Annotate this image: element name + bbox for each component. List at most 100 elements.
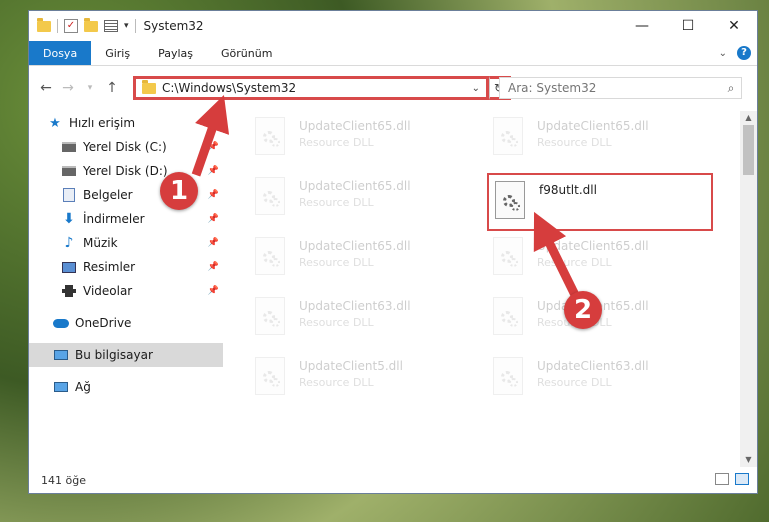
file-item[interactable]: UpdateClient65.dll Resource DLL — [489, 115, 709, 165]
address-path: C:\Windows\System32 — [162, 81, 297, 95]
address-dropdown-icon[interactable]: ⌄ — [472, 83, 486, 94]
window-title: System32 — [143, 19, 204, 33]
sidebar-item-label: OneDrive — [75, 316, 132, 330]
sidebar-item-this-pc[interactable]: Bu bilgisayar — [29, 343, 223, 367]
sidebar-item-downloads[interactable]: ⬇ İndirmeler 📌 — [29, 207, 223, 231]
status-bar: 141 öğe — [29, 467, 757, 493]
file-type: Resource DLL — [299, 136, 374, 149]
up-arrow-icon[interactable]: ↑ — [101, 80, 123, 96]
pictures-icon — [61, 260, 77, 274]
file-type: Resource DLL — [299, 196, 374, 209]
this-pc-icon — [53, 348, 69, 362]
tab-view[interactable]: Görünüm — [207, 41, 286, 65]
details-view-icon[interactable] — [715, 473, 729, 485]
pin-icon[interactable]: 📌 — [208, 286, 219, 296]
scrollbar-thumb[interactable] — [743, 125, 754, 175]
pin-icon[interactable]: 📌 — [208, 238, 219, 248]
sidebar-item-label: Resimler — [83, 260, 136, 274]
dll-file-icon — [251, 295, 289, 339]
pin-icon[interactable]: 📌 — [208, 142, 219, 152]
properties-check-icon[interactable]: ✓ — [64, 19, 78, 33]
help-icon[interactable]: ? — [737, 46, 751, 60]
scroll-down-icon[interactable]: ▼ — [740, 453, 757, 467]
minimize-button[interactable]: — — [619, 11, 665, 41]
documents-icon — [61, 188, 77, 202]
file-item[interactable]: UpdateClient65.dll Resource DLL — [251, 175, 471, 225]
search-input[interactable] — [500, 80, 721, 96]
file-name: f98utlt.dll — [539, 183, 597, 197]
file-item[interactable]: UpdateClient65.dll Resource DLL — [251, 235, 471, 285]
dll-file-icon — [489, 295, 527, 339]
sidebar-item-quick-access[interactable]: ★ Hızlı erişim — [29, 111, 223, 135]
file-name: UpdateClient65.dll — [299, 179, 411, 193]
dll-file-icon — [251, 175, 289, 219]
forward-arrow-icon[interactable]: → — [57, 80, 79, 96]
view-switcher — [715, 473, 749, 485]
sidebar-item-label: Videolar — [83, 284, 133, 298]
pin-icon[interactable]: 📌 — [208, 166, 219, 176]
sidebar-item-label: İndirmeler — [83, 212, 145, 226]
sidebar-item-label: Ağ — [75, 380, 91, 394]
sidebar-item-label: Hızlı erişim — [69, 116, 136, 130]
file-name: UpdateClient65.dll — [537, 119, 649, 133]
file-name: UpdateClient5.dll — [299, 359, 403, 373]
sidebar-item-label: Belgeler — [83, 188, 133, 202]
divider — [134, 19, 136, 33]
address-bar[interactable]: C:\Windows\System32 ⌄ — [133, 76, 489, 100]
sidebar-item-network[interactable]: Ağ — [29, 375, 223, 399]
large-icons-view-icon[interactable] — [735, 473, 749, 485]
tab-home[interactable]: Giriş — [91, 41, 144, 65]
window-controls: — ☐ ✕ — [619, 11, 757, 41]
sidebar-item-label: Yerel Disk (C:) — [83, 140, 167, 154]
tab-file[interactable]: Dosya — [29, 41, 92, 65]
scroll-up-icon[interactable]: ▲ — [740, 111, 757, 125]
file-list: UpdateClient65.dll Resource DLL UpdateCli… — [235, 111, 739, 467]
dll-file-icon — [489, 115, 527, 159]
back-arrow-icon[interactable]: ← — [35, 80, 57, 96]
videos-icon — [61, 284, 77, 298]
divider — [57, 19, 58, 33]
file-item-highlighted[interactable]: f98utlt.dll — [487, 173, 713, 231]
download-icon: ⬇ — [63, 211, 75, 227]
sidebar-item-music[interactable]: ♪ Müzik 📌 — [29, 231, 223, 255]
dll-file-icon — [251, 355, 289, 399]
search-icon[interactable]: ⌕ — [721, 81, 741, 96]
sidebar-item-videos[interactable]: Videolar 📌 — [29, 279, 223, 303]
customize-toolbar-icon[interactable]: ▾ — [124, 21, 129, 31]
tab-share[interactable]: Paylaş — [144, 41, 207, 65]
sidebar-item-pictures[interactable]: Resimler 📌 — [29, 255, 223, 279]
pin-icon[interactable]: 📌 — [208, 214, 219, 224]
explorer-window: ✓ ▾ System32 — ☐ ✕ Dosya Giriş Paylaş Gö… — [28, 10, 758, 494]
search-box[interactable]: ⌕ — [499, 77, 742, 99]
new-folder-icon[interactable] — [84, 17, 98, 32]
close-button[interactable]: ✕ — [711, 11, 757, 41]
navigation-bar: ← → ▾ ↑ C:\Windows\System32 ⌄ ↻ ⌕ — [29, 73, 757, 103]
maximize-button[interactable]: ☐ — [665, 11, 711, 41]
file-type: Resource DLL — [299, 256, 374, 269]
file-item[interactable]: UpdateClient63.dll Resource DLL — [489, 355, 709, 405]
drive-icon — [61, 140, 77, 154]
recent-locations-icon[interactable]: ▾ — [79, 83, 101, 93]
dll-file-icon — [251, 115, 289, 159]
file-item[interactable]: UpdateClient65.dll Resource DLL — [489, 235, 709, 285]
properties-icon[interactable] — [104, 20, 118, 32]
ribbon-tabs: Dosya Giriş Paylaş Görünüm ⌄ ? — [29, 41, 757, 66]
pin-icon[interactable]: 📌 — [208, 262, 219, 272]
vertical-scrollbar[interactable]: ▲ ▼ — [740, 111, 757, 467]
file-name: UpdateClient63.dll — [299, 299, 411, 313]
dll-file-icon — [251, 235, 289, 279]
title-bar: ✓ ▾ System32 — ☐ ✕ — [29, 11, 757, 41]
file-item[interactable]: UpdateClient63.dll Resource DLL — [251, 295, 471, 345]
network-icon — [53, 380, 69, 394]
sidebar-item-onedrive[interactable]: OneDrive — [29, 311, 223, 335]
folder-icon — [37, 17, 51, 32]
sidebar-item-local-disk-c[interactable]: Yerel Disk (C:) 📌 — [29, 135, 223, 159]
file-name: UpdateClient65.dll — [299, 119, 411, 133]
star-icon: ★ — [49, 115, 61, 131]
expand-ribbon-icon[interactable]: ⌄ — [719, 48, 727, 59]
file-type: Resource DLL — [299, 376, 374, 389]
file-item[interactable]: UpdateClient5.dll Resource DLL — [251, 355, 471, 405]
pin-icon[interactable]: 📌 — [208, 190, 219, 200]
item-count: 141 öğe — [41, 473, 86, 487]
file-item[interactable]: UpdateClient65.dll Resource DLL — [251, 115, 471, 165]
